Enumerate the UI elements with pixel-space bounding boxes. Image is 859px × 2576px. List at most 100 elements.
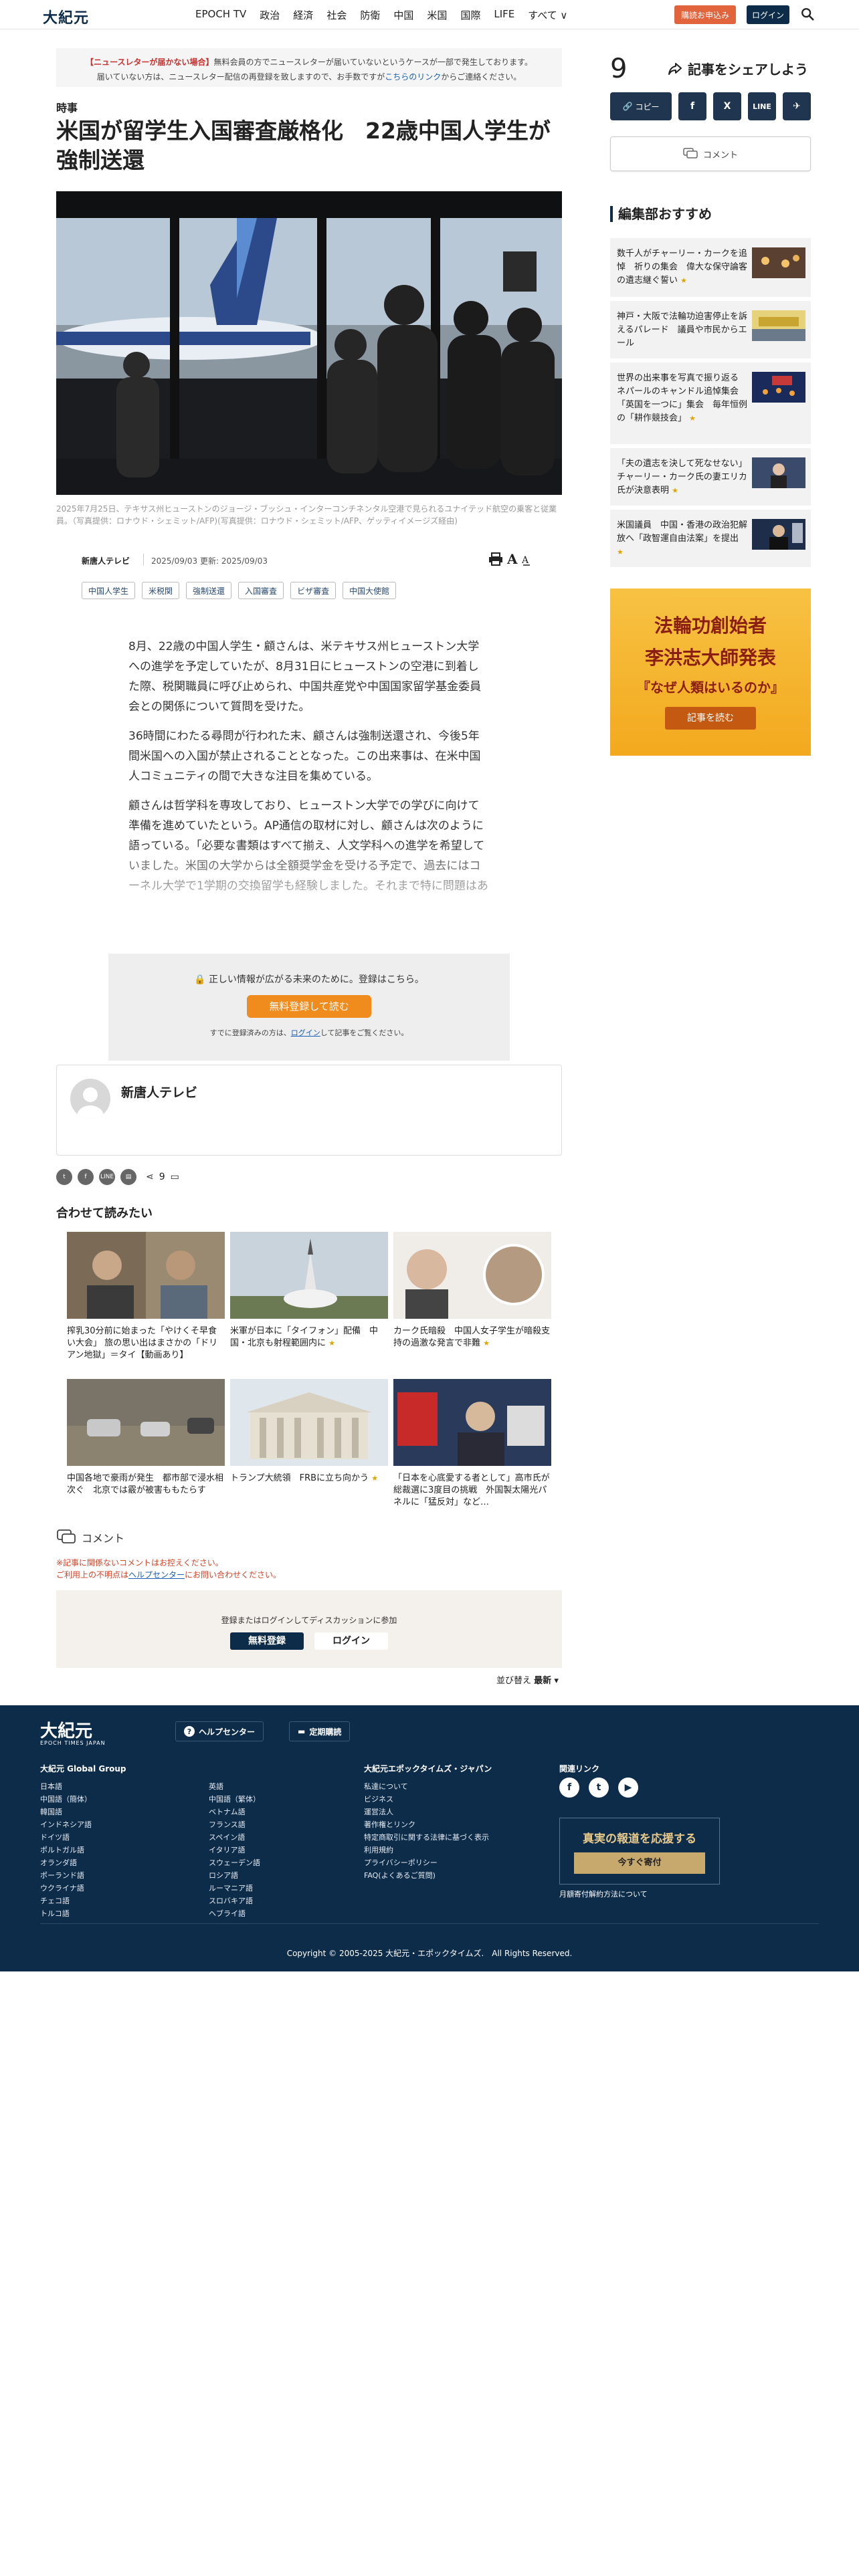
language-link[interactable]: ポーランド語: [40, 1869, 92, 1882]
language-link[interactable]: オランダ語: [40, 1856, 92, 1869]
facebook-icon[interactable]: f: [559, 1778, 579, 1798]
nav-item[interactable]: 経済: [293, 8, 313, 22]
login-button[interactable]: ログイン: [747, 5, 789, 24]
author-name[interactable]: 新唐人テレビ: [121, 1083, 197, 1101]
telegram-share-button[interactable]: ✈: [783, 92, 811, 120]
subscription-button[interactable]: ▬ 定期購読: [289, 1721, 351, 1741]
company-link[interactable]: 私達について: [364, 1780, 489, 1793]
notice-link[interactable]: こちらのリンク: [385, 72, 441, 82]
search-icon[interactable]: [800, 7, 815, 21]
related-card[interactable]: トランプ大統領 FRBに立ち向かう ★: [230, 1379, 388, 1485]
register-read-button[interactable]: 無料登録して読む: [247, 995, 371, 1018]
promo-banner[interactable]: 法輪功創始者 李洪志大師発表 『なぜ人類はいるのか』 記事を読む: [610, 588, 811, 756]
language-link[interactable]: チェコ語: [40, 1895, 92, 1907]
language-link[interactable]: ルーマニア語: [209, 1882, 260, 1895]
language-link[interactable]: ポルトガル語: [40, 1844, 92, 1856]
font-size-icon[interactable]: A: [507, 551, 518, 567]
x-share-button[interactable]: X: [713, 92, 741, 120]
language-link[interactable]: 英語: [209, 1780, 260, 1793]
company-link[interactable]: 著作権とリンク: [364, 1818, 489, 1831]
print-icon[interactable]: [488, 552, 503, 566]
language-link[interactable]: スペイン語: [209, 1831, 260, 1844]
tag[interactable]: 入国審査: [238, 582, 284, 599]
language-link[interactable]: ウクライナ語: [40, 1882, 92, 1895]
subscribe-button[interactable]: 購読お申込み: [674, 5, 736, 24]
promo-read-button[interactable]: 記事を読む: [665, 707, 756, 730]
language-link[interactable]: ドイツ語: [40, 1831, 92, 1844]
line-share-button[interactable]: LINE: [748, 92, 776, 120]
company-link[interactable]: 特定商取引に関する法律に基づく表示: [364, 1831, 489, 1844]
site-logo[interactable]: 大紀元: [43, 6, 89, 27]
monthly-donation-link[interactable]: 月額寄付解約方法について: [559, 1889, 648, 1899]
nav-item[interactable]: 中国: [393, 8, 413, 22]
language-link[interactable]: ヘブライ語: [209, 1907, 260, 1920]
share-count: 9: [159, 1172, 165, 1182]
related-card[interactable]: 米軍が日本に「タイフォン」配備 中国・北京も射程範囲内に ★: [230, 1232, 388, 1350]
share-icon[interactable]: ⋖: [146, 1172, 154, 1182]
comment-icon[interactable]: ▭: [171, 1172, 179, 1182]
tag[interactable]: 中国人学生: [82, 582, 136, 599]
recommended-item[interactable]: 「夫の遺志を決して死なせない」チャーリー・カーク氏の妻エリカ氏が決意表明 ★: [610, 448, 811, 506]
twitter-icon[interactable]: t: [589, 1778, 609, 1798]
nav-item[interactable]: 社会: [326, 8, 347, 22]
paywall-login-link[interactable]: ログイン: [291, 1029, 320, 1037]
donate-button[interactable]: 今すぐ寄付: [574, 1852, 705, 1874]
related-heading: 合わせて読みたい: [56, 1206, 153, 1220]
nav-item[interactable]: 国際: [460, 8, 480, 22]
copy-link-button[interactable]: 🔗 コピー: [610, 92, 672, 120]
language-link[interactable]: 韓国語: [40, 1806, 92, 1818]
nav-item[interactable]: 米国: [427, 8, 447, 22]
register-button[interactable]: 無料登録: [230, 1632, 304, 1650]
help-center-button[interactable]: ? ヘルプセンター: [175, 1721, 264, 1741]
tag[interactable]: 米税関: [142, 582, 180, 599]
related-title-text: カーク氏暗殺 中国人女子学生が暗殺支持の過激な発言で非難: [393, 1326, 551, 1348]
help-center-link[interactable]: ヘルプセンター: [128, 1570, 185, 1580]
language-link[interactable]: ロシア語: [209, 1869, 260, 1882]
facebook-icon[interactable]: f: [78, 1169, 94, 1185]
facebook-share-button[interactable]: f: [678, 92, 706, 120]
language-link[interactable]: フランス語: [209, 1818, 260, 1831]
language-link[interactable]: 日本語: [40, 1780, 92, 1793]
language-link[interactable]: イタリア語: [209, 1844, 260, 1856]
recommended-item[interactable]: 神戸・大阪で法輪功迫害停止を訴えるパレード 議員や市民からエール: [610, 301, 811, 358]
related-card[interactable]: 「日本を心底愛する者として」高市氏が総裁選に3度目の挑戦 外国製太陽光パネルに「…: [393, 1379, 551, 1509]
tag[interactable]: ビザ審査: [290, 582, 337, 599]
notice-line1: 無料会員の方でニュースレターが届いていないというケースが一部で発生しております。: [213, 58, 533, 67]
article-source[interactable]: 新唐人テレビ: [82, 555, 130, 566]
language-link[interactable]: トルコ語: [40, 1907, 92, 1920]
related-card[interactable]: 中国各地で豪雨が発生 都市部で浸水相次ぐ 北京では霰が被害ももたらす: [67, 1379, 225, 1497]
language-link[interactable]: インドネシア語: [40, 1818, 92, 1831]
language-link[interactable]: 中国語（繁体）: [209, 1793, 260, 1806]
nav-item[interactable]: 政治: [260, 8, 280, 22]
related-card[interactable]: カーク氏暗殺 中国人女子学生が暗殺支持の過激な発言で非難 ★: [393, 1232, 551, 1350]
language-link[interactable]: スウェーデン語: [209, 1856, 260, 1869]
nav-item[interactable]: 防衛: [360, 8, 380, 22]
nav-item-all[interactable]: すべて ∨: [528, 8, 567, 22]
recommended-item[interactable]: 数千人がチャーリー・カークを追悼 祈りの集会 偉大な保守論客の遺志継ぐ誓い ★: [610, 238, 811, 297]
login-button[interactable]: ログイン: [314, 1632, 388, 1650]
company-link[interactable]: FAQ(よくあるご質問): [364, 1869, 489, 1882]
language-link[interactable]: スロバキア語: [209, 1895, 260, 1907]
nav-item[interactable]: LIFE: [494, 8, 514, 22]
twitter-icon[interactable]: t: [56, 1169, 72, 1185]
line-icon[interactable]: LINE: [99, 1169, 115, 1185]
company-link[interactable]: ビジネス: [364, 1793, 489, 1806]
print-icon[interactable]: ▤: [120, 1169, 136, 1185]
language-link[interactable]: ベトナム語: [209, 1806, 260, 1818]
recommended-item[interactable]: 世界の出来事を写真で振り返る ネパールのキャンドル追悼集会 「英国を一つに」集会…: [610, 362, 811, 444]
nav-item[interactable]: EPOCH TV: [195, 8, 246, 22]
company-link[interactable]: 利用規約: [364, 1844, 489, 1856]
language-link[interactable]: 中国語（簡体）: [40, 1793, 92, 1806]
footer-logo[interactable]: 大紀元: [40, 1717, 92, 1742]
recommended-item[interactable]: 米国議員 中国・香港の政治犯解放へ「政智運自由法案」を提出 ★: [610, 510, 811, 567]
related-card[interactable]: 搾乳30分前に始まった「やけくそ早食い大会」 旅の思い出はまさかの「ドリアン地獄…: [67, 1232, 225, 1362]
company-link[interactable]: 運営法人: [364, 1806, 489, 1818]
text-to-speech-icon[interactable]: A: [522, 552, 531, 566]
sort-control[interactable]: 並び替え 最新 ▾: [496, 1673, 559, 1686]
company-link[interactable]: プライバシーポリシー: [364, 1856, 489, 1869]
article-category[interactable]: 時事: [56, 99, 78, 115]
tag[interactable]: 中国大使館: [343, 582, 397, 599]
sidebar-comment-button[interactable]: コメント: [610, 136, 811, 171]
tag[interactable]: 強制送還: [186, 582, 232, 599]
youtube-icon[interactable]: ▶: [618, 1778, 638, 1798]
